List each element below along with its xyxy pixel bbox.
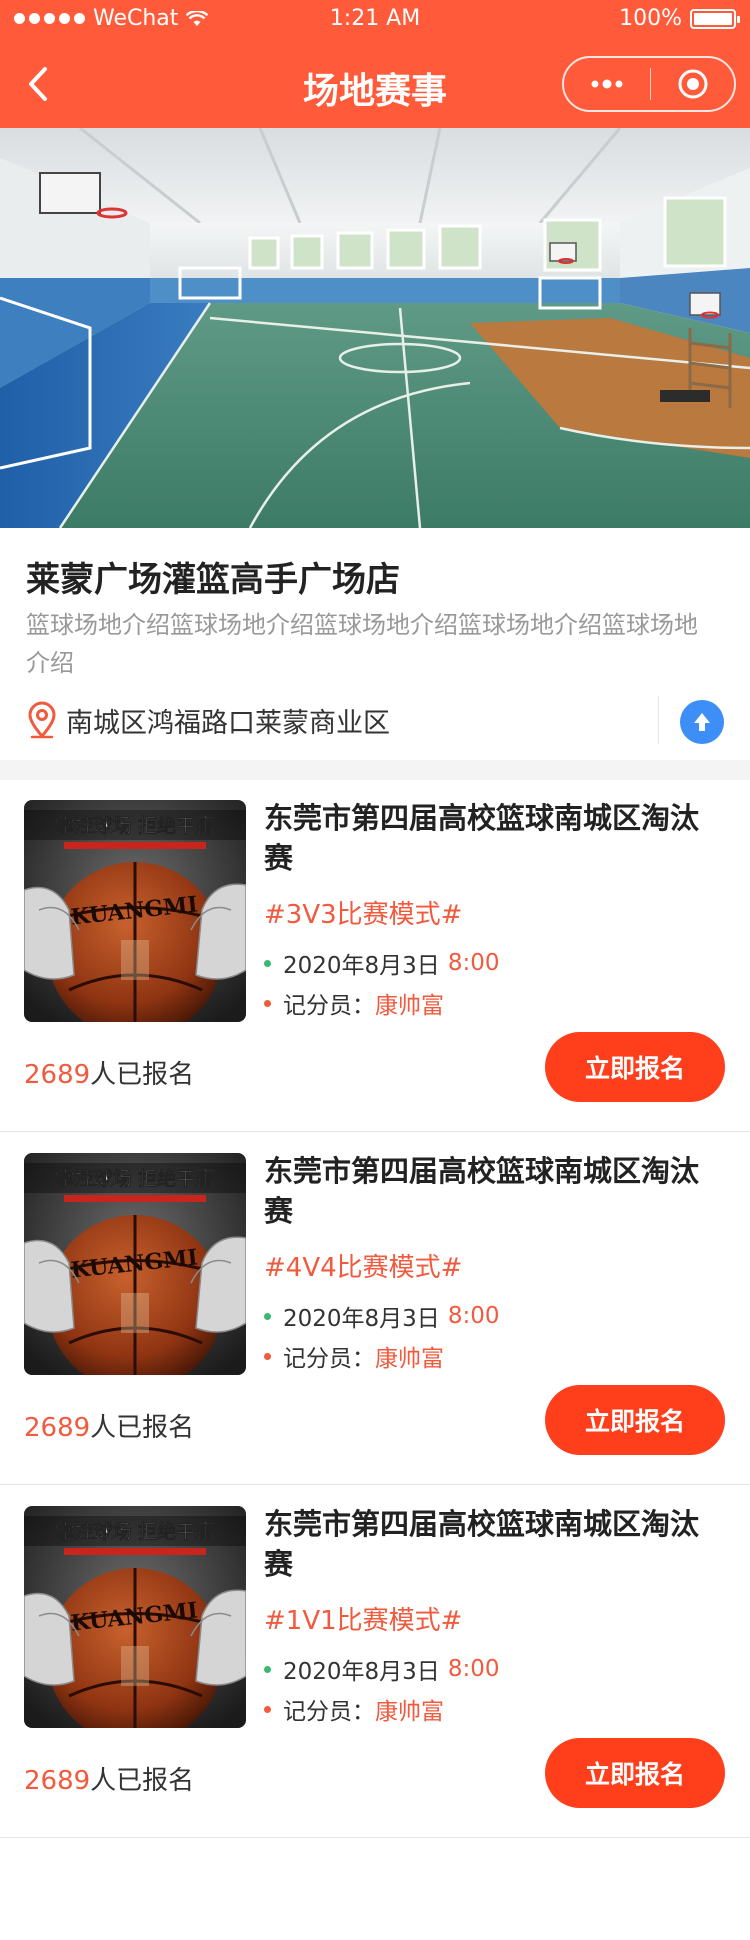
referee-name: 康帅富 bbox=[375, 1699, 444, 1725]
event-time: 8:00 bbox=[447, 950, 500, 976]
signup-button[interactable]: 立即报名 bbox=[545, 1385, 725, 1455]
battery-icon bbox=[690, 8, 740, 29]
signup-button[interactable]: 立即报名 bbox=[545, 1738, 725, 1808]
event-datetime: 2020年8月3日 8:00 bbox=[264, 1299, 499, 1333]
mini-program-capsule bbox=[562, 56, 736, 112]
signup-button[interactable]: 立即报名 bbox=[545, 1032, 725, 1102]
venue-name: 莱蒙广场灌篮高手广场店 bbox=[26, 560, 400, 600]
event-title: 东莞市第四届高校篮球南城区淘汰赛 bbox=[264, 1507, 700, 1581]
signup-count: 2689人已报名 bbox=[24, 1760, 194, 1797]
event-date: 2020年8月3日 bbox=[283, 1306, 440, 1332]
address-divider bbox=[658, 696, 659, 744]
battery-percent: 100% bbox=[619, 6, 682, 31]
venue-description: 篮球场地介绍篮球场地介绍篮球场地介绍篮球场地介绍篮球场地介绍 bbox=[26, 611, 698, 677]
status-right: 100% bbox=[619, 6, 740, 31]
referee-label: 记分员： bbox=[283, 993, 375, 1019]
date-dot-icon bbox=[264, 1312, 271, 1320]
poster-headline: 掌控球场 拒绝平庸 bbox=[56, 1167, 215, 1190]
event-thumbnail[interactable]: 掌控球场 拒绝平庸 KUANGMI bbox=[24, 1506, 246, 1728]
event-poster-image: 掌控球场 拒绝平庸 KUANGMI bbox=[24, 1506, 246, 1728]
event-datetime: 2020年8月3日 8:00 bbox=[264, 1652, 499, 1686]
section-gap bbox=[0, 760, 750, 780]
venue-banner-image bbox=[0, 128, 750, 528]
signup-count-suffix: 人已报名 bbox=[90, 1413, 195, 1443]
venue-address[interactable]: 南城区鸿福路口莱蒙商业区 bbox=[26, 698, 390, 742]
event-referee: 记分员： 康帅富 bbox=[264, 1692, 444, 1726]
event-thumbnail[interactable]: 掌控球场 拒绝平庸 KUANGMI bbox=[24, 1153, 246, 1375]
referee-name: 康帅富 bbox=[375, 1346, 444, 1372]
event-mode-tag: #3V3比赛模式# bbox=[264, 900, 463, 930]
event-title: 东莞市第四届高校篮球南城区淘汰赛 bbox=[264, 1154, 700, 1228]
navigate-button[interactable] bbox=[680, 700, 724, 744]
venue-info: 莱蒙广场灌篮高手广场店 篮球场地介绍篮球场地介绍篮球场地介绍篮球场地介绍篮球场地… bbox=[0, 528, 750, 760]
event-thumbnail[interactable]: 掌控球场 拒绝平庸 KUANGMI bbox=[24, 800, 246, 1022]
referee-dot-icon bbox=[264, 999, 271, 1007]
event-mode-tag: #4V4比赛模式# bbox=[264, 1253, 463, 1283]
signup-count: 2689人已报名 bbox=[24, 1054, 194, 1091]
signup-count-suffix: 人已报名 bbox=[90, 1060, 195, 1090]
event-date: 2020年8月3日 bbox=[283, 1659, 440, 1685]
event-card[interactable]: 掌控球场 拒绝平庸 KUANGMI 东莞市第四届高校篮球南城区淘汰赛 #1V1比… bbox=[0, 1486, 750, 1838]
event-time: 8:00 bbox=[447, 1303, 500, 1329]
referee-dot-icon bbox=[264, 1352, 271, 1360]
signup-count-suffix: 人已报名 bbox=[90, 1766, 195, 1796]
event-card[interactable]: 掌控球场 拒绝平庸 KUANGMI 东莞市第四届高校篮球南城区淘汰赛 #4V4比… bbox=[0, 1133, 750, 1485]
event-date: 2020年8月3日 bbox=[283, 953, 440, 979]
poster-headline: 掌控球场 拒绝平庸 bbox=[56, 814, 215, 837]
target-circle-icon bbox=[678, 69, 707, 99]
referee-label: 记分员： bbox=[283, 1346, 375, 1372]
referee-dot-icon bbox=[264, 1705, 271, 1713]
referee-label: 记分员： bbox=[283, 1699, 375, 1725]
navigation-arrow-icon bbox=[694, 713, 710, 731]
nav-bar: 场地赛事 bbox=[0, 40, 750, 128]
more-dots-icon bbox=[591, 79, 623, 89]
event-title: 东莞市第四届高校篮球南城区淘汰赛 bbox=[264, 801, 700, 875]
date-dot-icon bbox=[264, 959, 271, 967]
signup-count: 2689人已报名 bbox=[24, 1407, 194, 1444]
status-bar: WeChat 1:21 AM 100% bbox=[0, 0, 750, 40]
top-bar: WeChat 1:21 AM 100% 场地赛事 bbox=[0, 0, 750, 128]
poster-headline: 掌控球场 拒绝平庸 bbox=[56, 1520, 215, 1543]
event-poster-image: 掌控球场 拒绝平庸 KUANGMI bbox=[24, 1153, 246, 1375]
event-time: 8:00 bbox=[447, 1656, 500, 1682]
event-datetime: 2020年8月3日 8:00 bbox=[264, 946, 499, 980]
signup-count-number: 2689 bbox=[24, 1766, 91, 1796]
venue-address-text: 南城区鸿福路口莱蒙商业区 bbox=[66, 707, 390, 739]
close-program-button[interactable] bbox=[651, 58, 734, 110]
signup-count-number: 2689 bbox=[24, 1060, 91, 1090]
event-referee: 记分员： 康帅富 bbox=[264, 986, 444, 1020]
location-pin-icon bbox=[28, 701, 56, 739]
event-poster-image: 掌控球场 拒绝平庸 KUANGMI bbox=[24, 800, 246, 1022]
signup-count-number: 2689 bbox=[24, 1413, 91, 1443]
date-dot-icon bbox=[264, 1665, 271, 1673]
event-referee: 记分员： 康帅富 bbox=[264, 1339, 444, 1373]
event-card[interactable]: 掌控球场 拒绝平庸 KUANGMI 东莞市第四届高校篮球南城区淘汰赛 #3V3比… bbox=[0, 780, 750, 1132]
more-button[interactable] bbox=[564, 58, 650, 110]
event-mode-tag: #1V1比赛模式# bbox=[264, 1606, 463, 1636]
referee-name: 康帅富 bbox=[375, 993, 444, 1019]
